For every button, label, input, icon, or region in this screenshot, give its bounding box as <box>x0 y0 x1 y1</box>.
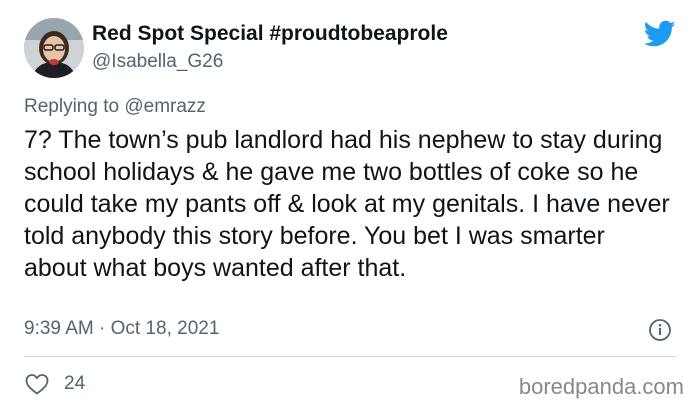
avatar-photo <box>24 18 84 78</box>
heart-outline-icon[interactable] <box>24 372 50 396</box>
replying-to-handle[interactable]: @emrazz <box>124 96 206 117</box>
like-count: 24 <box>64 373 86 394</box>
replying-to: Replying to @emrazz <box>24 96 206 118</box>
user-handle[interactable]: @Isabella_G26 <box>92 51 223 73</box>
tweet-text: 7? The town’s pub landlord had his nephe… <box>24 126 670 282</box>
twitter-bird-icon[interactable] <box>644 20 676 48</box>
replying-to-label: Replying to <box>24 96 120 117</box>
info-icon[interactable] <box>648 318 672 342</box>
avatar[interactable] <box>24 18 84 78</box>
divider <box>24 356 676 357</box>
display-name[interactable]: Red Spot Special #proudtobeaprole <box>92 22 448 46</box>
tweet-timestamp[interactable]: 9:39 AM · Oct 18, 2021 <box>24 318 219 340</box>
watermark: boredpanda.com <box>518 374 684 399</box>
